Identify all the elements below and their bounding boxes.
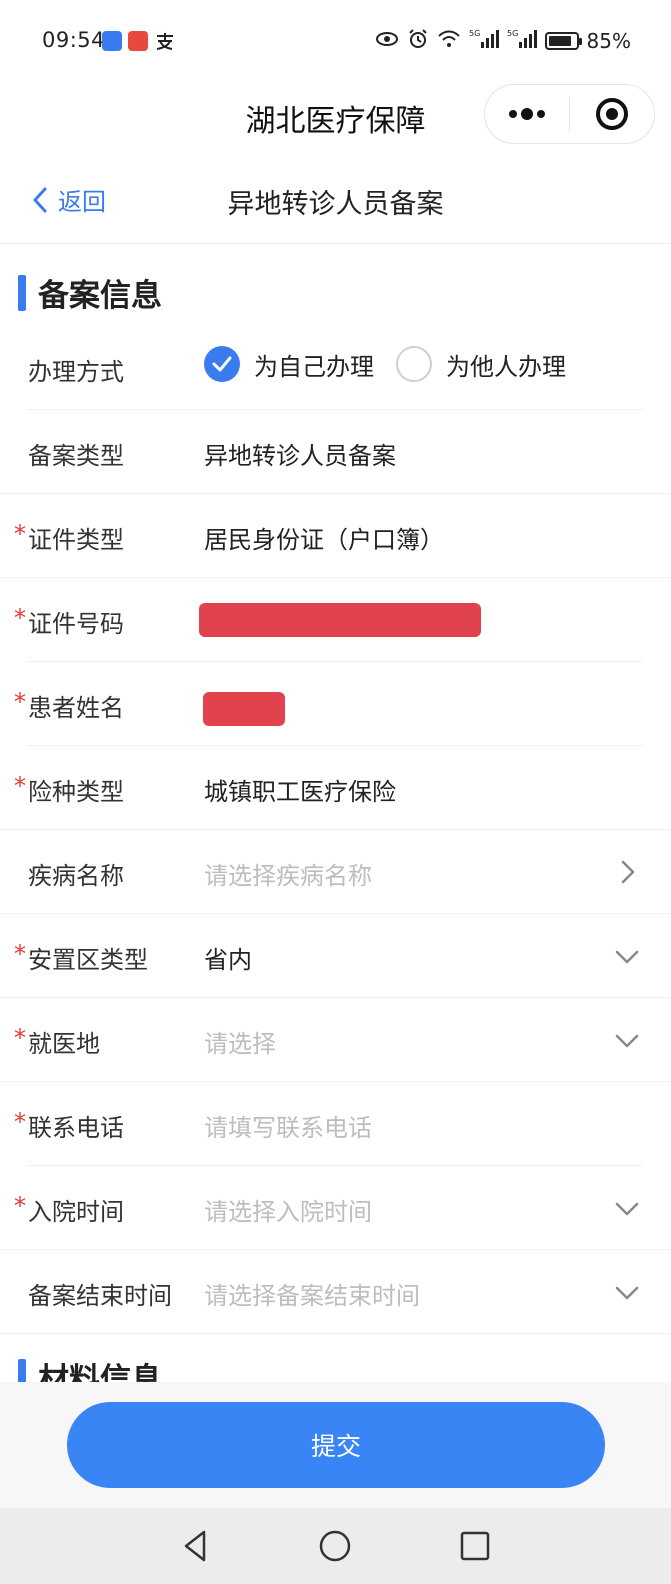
status-time: 09:54 — [42, 28, 106, 52]
chevron-right-icon[interactable] — [613, 858, 641, 886]
section-heading-material: 材料信息 — [18, 1354, 162, 1382]
section-heading-material-clip: 材料信息 — [0, 1340, 671, 1382]
section-title: 材料信息 — [38, 1362, 162, 1382]
form-row-treatment-place[interactable]: * 就医地 请选择 — [0, 998, 671, 1082]
disease-name-label: 疾病名称 — [28, 862, 124, 890]
cns-app-icon — [102, 31, 122, 51]
required-mark: * — [14, 772, 26, 800]
treatment-place-placeholder[interactable]: 请选择 — [204, 1024, 276, 1059]
form-row-phone[interactable]: * 联系电话 请填写联系电话 — [0, 1082, 671, 1166]
required-mark: * — [14, 604, 26, 632]
page-nav-bar: 返回 异地转诊人员备案 — [0, 160, 671, 244]
form-row-record-end-time[interactable]: 备案结束时间 请选择备案结束时间 — [0, 1250, 671, 1334]
section-accent-bar — [18, 274, 26, 311]
radio-others-label[interactable]: 为他人办理 — [446, 347, 566, 382]
svg-text:5G: 5G — [469, 29, 480, 38]
row-divider — [0, 1333, 671, 1334]
insurance-type-label: 险种类型 — [28, 778, 124, 806]
capsule-menu — [484, 84, 655, 144]
more-button[interactable] — [485, 85, 569, 143]
chevron-down-icon[interactable] — [613, 1026, 641, 1054]
admission-time-placeholder[interactable]: 请选择入院时间 — [204, 1192, 372, 1227]
record-end-time-placeholder[interactable]: 请选择备案结束时间 — [204, 1276, 420, 1311]
record-type-label: 备案类型 — [28, 442, 124, 470]
required-mark: * — [14, 1108, 26, 1136]
more-dots-icon — [509, 108, 545, 120]
chevron-down-icon[interactable] — [613, 1194, 641, 1222]
form-row-admission-time[interactable]: * 入院时间 请选择入院时间 — [0, 1166, 671, 1250]
id-number-redacted[interactable] — [199, 603, 481, 637]
form-row-record-type: 备案类型 异地转诊人员备案 — [0, 410, 671, 494]
eye-icon — [375, 29, 399, 53]
record-end-time-label: 备案结束时间 — [28, 1282, 172, 1310]
form-row-insurance-type: * 险种类型 城镇职工医疗保险 — [0, 746, 671, 830]
wifi-icon — [437, 29, 461, 53]
check-icon — [212, 356, 232, 372]
form-row-placement-type[interactable]: * 安置区类型 省内 — [0, 914, 671, 998]
system-navigation-bar — [0, 1508, 671, 1584]
radio-self-label[interactable]: 为自己办理 — [254, 347, 374, 382]
required-mark: * — [14, 688, 26, 716]
notification-icons — [102, 30, 176, 52]
handling-method-radio-group: 为自己办理 为他人办理 — [204, 346, 588, 382]
phone-label: 联系电话 — [28, 1114, 124, 1142]
alipay-icon — [154, 30, 176, 52]
battery-icon — [544, 32, 582, 50]
news-app-icon — [128, 31, 148, 51]
app-screen: 09:54 5G 5G 85% 湖北医疗保障 返回 异地转诊人员备案 备案信息 … — [0, 0, 671, 1584]
required-mark: * — [14, 1024, 26, 1052]
id-number-label: 证件号码 — [28, 610, 124, 638]
svg-text:5G: 5G — [507, 29, 518, 38]
status-indicators: 5G 5G 85% — [375, 28, 631, 54]
required-mark: * — [14, 1192, 26, 1220]
chevron-down-icon[interactable] — [613, 942, 641, 970]
required-mark: * — [14, 520, 26, 548]
admission-time-label: 入院时间 — [28, 1198, 124, 1226]
patient-name-redacted[interactable] — [203, 692, 285, 726]
signal-5g-icon: 5G — [469, 28, 499, 54]
id-type-label: 证件类型 — [28, 526, 124, 554]
target-icon — [596, 98, 628, 130]
placement-type-value[interactable]: 省内 — [204, 940, 252, 975]
mini-program-header: 湖北医疗保障 — [0, 84, 671, 146]
bottom-action-bar: 提交 — [0, 1382, 671, 1508]
form-row-handling-method: 办理方式 为自己办理 为他人办理 — [0, 326, 671, 410]
section-accent-bar — [18, 1358, 26, 1382]
form-row-id-type: * 证件类型 居民身份证（户口簿） — [0, 494, 671, 578]
page-title: 异地转诊人员备案 — [227, 189, 444, 220]
radio-others[interactable] — [396, 346, 432, 382]
section-title: 备案信息 — [38, 278, 162, 314]
form-row-id-number: * 证件号码 — [0, 578, 671, 662]
disease-name-placeholder[interactable]: 请选择疾病名称 — [204, 856, 372, 891]
insurance-type-value: 城镇职工医疗保险 — [204, 778, 396, 806]
id-type-value: 居民身份证（户口簿） — [204, 526, 444, 554]
section-heading-record: 备案信息 — [18, 270, 162, 315]
submit-button[interactable]: 提交 — [67, 1402, 605, 1488]
signal-5g-icon-2: 5G — [507, 28, 537, 54]
alarm-icon — [407, 28, 429, 54]
recents-square-icon[interactable] — [457, 1528, 493, 1564]
record-type-value: 异地转诊人员备案 — [204, 442, 396, 470]
required-mark: * — [14, 940, 26, 968]
status-bar: 09:54 5G 5G 85% — [0, 0, 671, 84]
home-circle-icon[interactable] — [317, 1528, 353, 1564]
close-mini-program-button[interactable] — [570, 85, 654, 143]
patient-name-label: 患者姓名 — [28, 694, 124, 722]
placement-type-label: 安置区类型 — [28, 946, 148, 974]
form-row-disease-name[interactable]: 疾病名称 请选择疾病名称 — [0, 830, 671, 914]
battery-text: 85% — [586, 29, 631, 53]
form-row-patient-name: * 患者姓名 — [0, 662, 671, 746]
handling-method-label: 办理方式 — [28, 358, 124, 386]
chevron-down-icon[interactable] — [613, 1278, 641, 1306]
phone-input[interactable]: 请填写联系电话 — [204, 1108, 372, 1143]
treatment-place-label: 就医地 — [28, 1030, 100, 1058]
radio-self[interactable] — [204, 346, 240, 382]
battery-level — [548, 36, 571, 46]
back-triangle-icon[interactable] — [178, 1528, 214, 1564]
